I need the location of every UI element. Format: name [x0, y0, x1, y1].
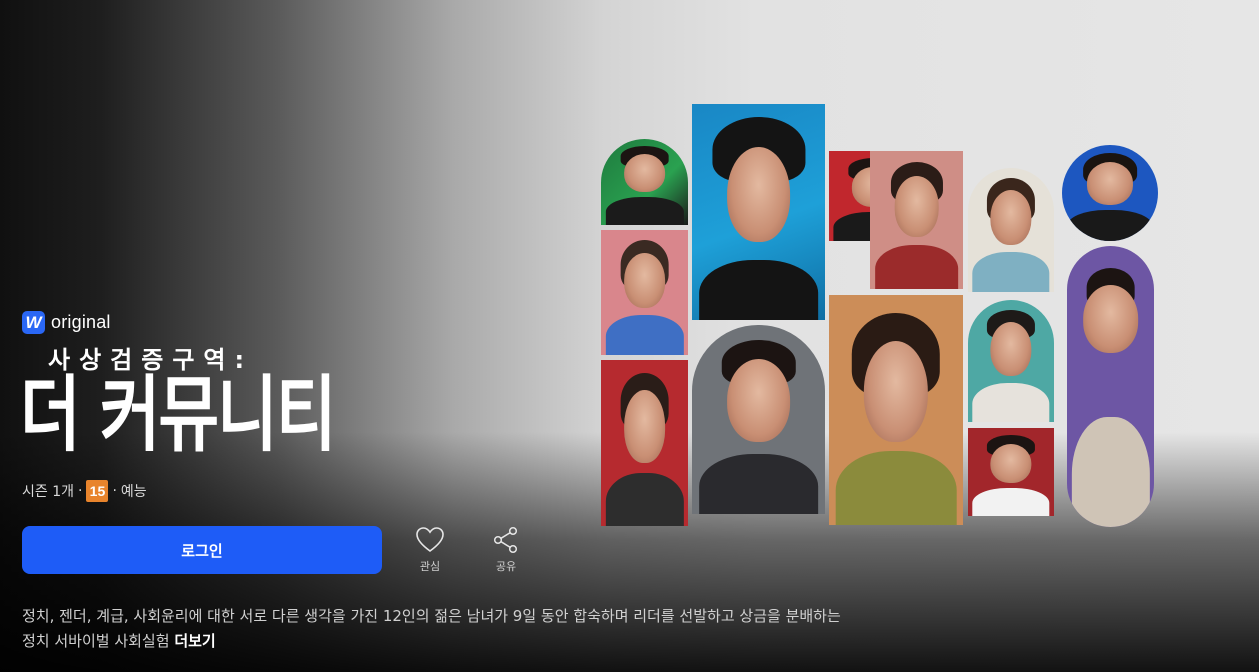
cast-photo	[601, 230, 688, 355]
like-button[interactable]: 관심	[410, 526, 450, 574]
show-title: 더 커뮤니티	[20, 366, 337, 463]
cast-photo	[601, 139, 688, 225]
cast-photo	[692, 325, 825, 514]
share-icon	[493, 526, 518, 554]
cast-photo	[692, 104, 825, 320]
cast-photo	[870, 151, 963, 289]
poster-collage	[600, 103, 1160, 529]
description-text: 정치, 젠더, 계급, 사회윤리에 대한 서로 다른 생각을 가진 12인의 젊…	[22, 607, 841, 650]
wavve-logo-icon: W	[22, 311, 45, 334]
heart-icon	[416, 527, 444, 552]
meta-separator: ·	[112, 483, 117, 499]
cast-photo	[1062, 145, 1158, 241]
like-label: 관심	[419, 560, 441, 573]
meta-separator: ·	[78, 483, 83, 499]
show-description: 정치, 젠더, 계급, 사회윤리에 대한 서로 다른 생각을 가진 12인의 젊…	[22, 604, 842, 654]
season-count: 시즌 1개	[22, 484, 74, 500]
cast-photo	[601, 360, 688, 526]
login-button[interactable]: 로그인	[22, 526, 382, 574]
share-button[interactable]: 공유	[486, 526, 526, 574]
more-link[interactable]: 더보기	[174, 632, 215, 650]
brand-logo: W original	[22, 311, 111, 334]
cast-photo	[968, 428, 1054, 516]
cast-photo	[1067, 246, 1154, 527]
share-label: 공유	[495, 560, 517, 573]
cast-photo	[829, 295, 963, 525]
cast-photo	[968, 168, 1054, 292]
show-meta: 시즌 1개 · 15 · 예능	[22, 480, 147, 502]
age-rating-badge: 15	[86, 480, 109, 502]
cast-photo	[968, 300, 1054, 422]
genre-label: 예능	[120, 484, 147, 500]
brand-label: original	[51, 312, 111, 332]
